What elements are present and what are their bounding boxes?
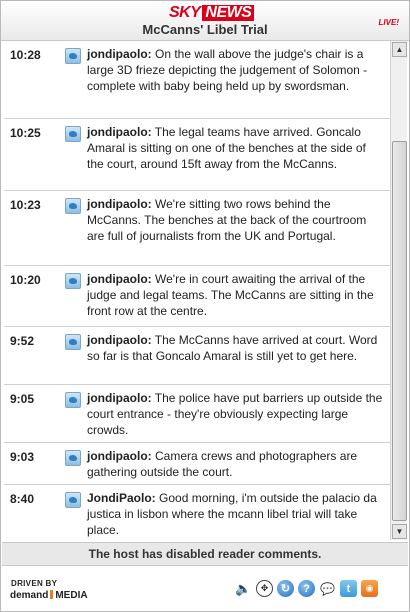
entry-time: 9:52 <box>10 334 35 348</box>
logo-news: NEWS <box>202 5 255 21</box>
twitter-bird-icon <box>65 198 81 214</box>
entry-author: JondiPaolo: <box>87 491 156 505</box>
help-icon[interactable]: ? <box>298 580 315 597</box>
scroll-thumb[interactable] <box>392 141 407 521</box>
entry-text: jondipaolo: The police have put barriers… <box>87 390 383 438</box>
twitter-bird-icon <box>65 48 81 64</box>
page-title: McCanns' Libel Trial <box>142 22 268 37</box>
refresh-icon[interactable]: ↻ <box>277 580 294 597</box>
rss-icon[interactable]: ◉ <box>361 580 378 597</box>
entry-author: jondipaolo: <box>87 449 152 463</box>
entry-author: jondipaolo: <box>87 197 152 211</box>
live-blog-widget: SKY NEWS McCanns' Libel Trial LIVE! 10:2… <box>0 0 410 612</box>
entry-text: JondiPaolo: Good morning, i'm outside th… <box>87 490 383 538</box>
entry-text: jondipaolo: On the wall above the judge'… <box>87 46 383 94</box>
entry-time: 10:28 <box>10 48 41 62</box>
entry-time: 10:23 <box>10 198 41 212</box>
driven-by-label: DRIVEN BY <box>11 579 58 588</box>
sky-news-logo: SKY NEWS <box>169 4 255 21</box>
twitter-icon[interactable]: t <box>340 580 357 597</box>
entry-author: jondipaolo: <box>87 333 152 347</box>
entry-author: jondipaolo: <box>87 272 152 286</box>
list-item: 10:28 jondipaolo: On the wall above the … <box>4 41 390 119</box>
logo-sky: SKY <box>169 4 201 21</box>
scroll-up-arrow-icon[interactable]: ▲ <box>392 42 407 57</box>
entry-text: jondipaolo: We're sitting two rows behin… <box>87 196 383 244</box>
move-icon[interactable]: ✥ <box>256 580 273 597</box>
vertical-scrollbar[interactable]: ▲ ▼ <box>390 41 407 540</box>
list-item: 8:40 JondiPaolo: Good morning, i'm outsi… <box>4 485 390 540</box>
entry-author: jondipaolo: <box>87 47 152 61</box>
entry-text: jondipaolo: Camera crews and photographe… <box>87 448 383 480</box>
entry-time: 10:25 <box>10 126 41 140</box>
list-item: 10:25 jondipaolo: The legal teams have a… <box>4 119 390 191</box>
entry-text: jondipaolo: The legal teams have arrived… <box>87 124 383 172</box>
logo-media: MEDIA <box>55 590 88 601</box>
entry-text: jondipaolo: The McCanns have arrived at … <box>87 332 383 364</box>
list-item: 10:20 jondipaolo: We're in court awaitin… <box>4 266 390 327</box>
list-item: 9:05 jondipaolo: The police have put bar… <box>4 385 390 443</box>
twitter-bird-icon <box>65 392 81 408</box>
list-item: 9:03 jondipaolo: Camera crews and photog… <box>4 443 390 485</box>
scroll-down-arrow-icon[interactable]: ▼ <box>392 524 407 539</box>
entry-time: 9:05 <box>10 392 35 406</box>
twitter-bird-icon <box>65 334 81 350</box>
logo-demand: demand <box>10 590 49 601</box>
entry-text: jondipaolo: We're in court awaiting the … <box>87 271 383 319</box>
header: SKY NEWS McCanns' Libel Trial LIVE! <box>1 1 409 41</box>
entry-time: 8:40 <box>10 492 35 506</box>
toolbar-icons: 🔈 ✥ ↻ ? 💬 t ◉ <box>235 580 378 597</box>
entry-time: 10:20 <box>10 273 41 287</box>
entry-author: jondipaolo: <box>87 391 152 405</box>
speaker-icon[interactable]: 🔈 <box>235 580 252 597</box>
comments-disabled-notice: The host has disabled reader comments. <box>2 542 408 566</box>
chat-icon[interactable]: 💬 <box>319 580 336 597</box>
entry-time: 9:03 <box>10 450 35 464</box>
list-item: 9:52 jondipaolo: The McCanns have arrive… <box>4 327 390 385</box>
entry-feed: 10:28 jondipaolo: On the wall above the … <box>4 41 390 540</box>
twitter-bird-icon <box>65 126 81 142</box>
twitter-bird-icon <box>65 450 81 466</box>
entry-author: jondipaolo: <box>87 125 152 139</box>
list-item: 10:23 jondipaolo: We're sitting two rows… <box>4 191 390 266</box>
twitter-bird-icon <box>65 492 81 508</box>
live-badge: LIVE! <box>378 18 399 27</box>
logo-divider <box>50 590 54 599</box>
twitter-bird-icon <box>65 273 81 289</box>
footer: DRIVEN BY demand MEDIA 🔈 ✥ ↻ ? 💬 t ◉ <box>2 567 408 611</box>
demand-media-logo[interactable]: demand MEDIA <box>10 590 88 601</box>
